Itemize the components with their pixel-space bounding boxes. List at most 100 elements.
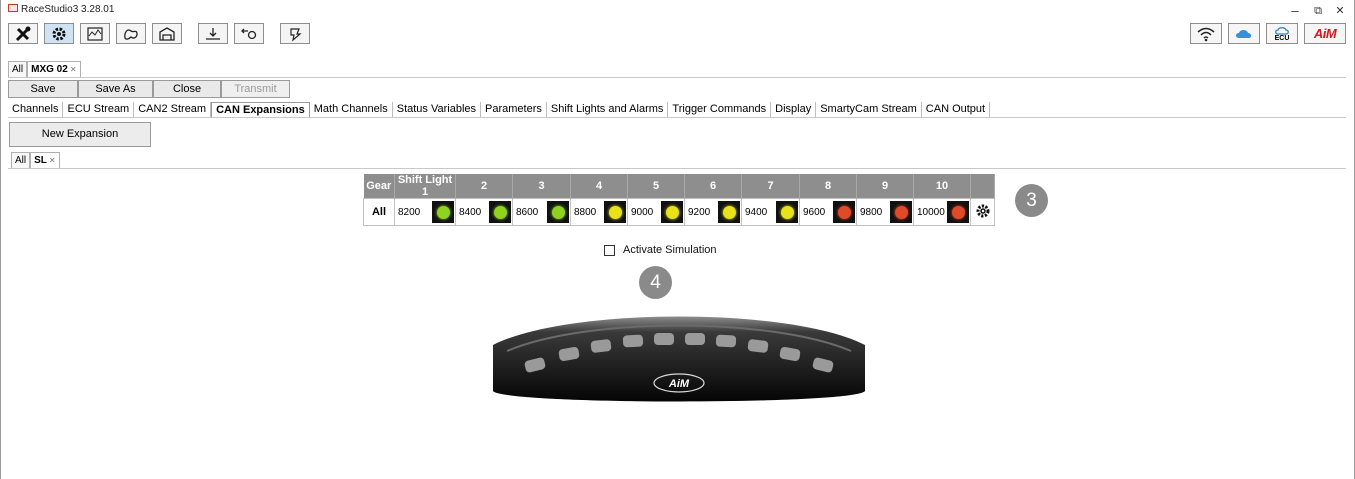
tab-can2-stream[interactable]: CAN2 Stream [134,102,212,117]
column-header: Shift Light 1 [394,174,456,199]
config-tabs: Channels ECU Stream CAN2 Stream CAN Expa… [8,102,991,117]
led-swatch[interactable] [776,201,798,223]
activate-simulation[interactable]: Activate Simulation [604,244,717,256]
led-swatch[interactable] [718,201,740,223]
rpm-value: 8800 [574,206,597,218]
divider [8,77,1346,78]
led-color [608,205,622,219]
led-color [894,205,908,219]
analysis-button[interactable] [80,23,110,44]
rpm-value: 9600 [803,206,826,218]
tracks-icon [124,28,138,40]
app-window: RaceStudio3 3.28.01 – ⧉ ✕ ECU AiM All MX… [0,0,1355,479]
download-icon [206,27,220,40]
tracks-button[interactable] [116,23,146,44]
shift-light-cell[interactable]: 10000 [913,198,971,226]
save-button[interactable]: Save [8,80,78,98]
garage-icon [159,26,175,41]
shift-light-cell[interactable]: 9600 [799,198,857,226]
column-header: 6 [684,174,742,199]
transmit-button[interactable]: Transmit [221,80,290,98]
callout-badge: 3 [1015,184,1048,217]
led-swatch[interactable] [833,201,855,223]
shift-light-cell[interactable]: 8400 [455,198,513,226]
tab-smartycam-stream[interactable]: SmartyCam Stream [816,102,922,117]
expansion-tab-strip: All SL ✕ [11,152,60,168]
device-tab-all[interactable]: All [8,61,28,77]
shift-light-cell[interactable]: 8600 [512,198,571,226]
wifi-button[interactable] [1190,23,1222,44]
tab-display[interactable]: Display [771,102,817,117]
shift-light-cell[interactable]: 8200 [394,198,456,226]
tab-status-variables[interactable]: Status Variables [393,102,482,117]
garage-button[interactable] [152,23,182,44]
device-tab-mxg02[interactable]: MXG 02 ✕ [27,61,81,77]
close-window-button[interactable]: ✕ [1330,3,1350,19]
cloud-icon [1236,29,1252,38]
led-color [780,205,794,219]
firmware-button[interactable] [280,23,310,44]
tab-can-expansions[interactable]: CAN Expansions [211,102,310,117]
cloud-button[interactable] [1228,23,1260,44]
restore-button[interactable]: ⧉ [1308,3,1328,19]
transfer-button[interactable] [234,23,264,44]
column-header: 4 [570,174,628,199]
tab-shift-lights-alarms[interactable]: Shift Lights and Alarms [547,102,669,117]
column-header: 10 [913,174,971,199]
aim-logo-button[interactable]: AiM [1304,23,1346,44]
simulation-checkbox[interactable] [604,244,615,256]
tab-math-channels[interactable]: Math Channels [310,102,393,117]
expansion-tab-sl[interactable]: SL ✕ [30,152,60,168]
gear-cell: All [363,198,395,226]
shift-light-cell[interactable]: 9000 [627,198,685,226]
action-bar: Save Save As Close Transmit [8,80,290,98]
gear-settings-icon[interactable] [975,203,991,219]
app-icon [8,4,18,12]
led-swatch[interactable] [547,201,569,223]
tab-ecu-stream[interactable]: ECU Stream [63,102,135,117]
shift-light-cell[interactable]: 9400 [741,198,800,226]
rpm-value: 9400 [745,206,768,218]
led-swatch[interactable] [432,201,454,223]
firmware-icon [290,27,302,42]
ecu-button[interactable]: ECU [1266,23,1298,44]
simulation-label: Activate Simulation [623,244,717,256]
wifi-icon [1197,27,1215,41]
led-color [837,205,851,219]
led-swatch[interactable] [890,201,912,223]
led-swatch[interactable] [489,201,511,223]
tools-button[interactable] [8,23,38,44]
tab-can-output[interactable]: CAN Output [922,102,991,117]
led-color [493,205,507,219]
aim-logo: AiM [1313,26,1337,41]
expansion-tab-all[interactable]: All [11,152,31,168]
new-expansion-button[interactable]: New Expansion [9,122,151,147]
led-swatch[interactable] [661,201,683,223]
led-swatch[interactable] [947,201,969,223]
close-button[interactable]: Close [153,80,221,98]
tab-channels[interactable]: Channels [8,102,64,117]
tab-parameters[interactable]: Parameters [481,102,547,117]
led-swatch[interactable] [604,201,626,223]
tab-trigger-commands[interactable]: Trigger Commands [668,102,772,117]
right-toolbar: ECU AiM [1184,23,1346,44]
led-color [551,205,565,219]
close-tab-icon[interactable]: ✕ [49,156,56,165]
column-header: 3 [512,174,571,199]
callout-badge: 4 [639,266,672,299]
column-header: 9 [856,174,914,199]
minimize-button[interactable]: – [1285,3,1305,19]
tools-icon [15,26,31,41]
close-tab-icon[interactable]: ✕ [70,65,77,74]
settings-cell[interactable] [970,198,995,226]
save-as-button[interactable]: Save As [78,80,153,98]
shift-light-cell[interactable]: 9200 [684,198,742,226]
column-header: 5 [627,174,685,199]
shift-light-cell[interactable]: 9800 [856,198,914,226]
configuration-button[interactable] [44,23,74,44]
download-button[interactable] [198,23,228,44]
column-header: 7 [741,174,800,199]
shift-light-cell[interactable]: 8800 [570,198,628,226]
device-tab-label: MXG 02 [31,64,68,75]
device-brand-logo: AiM [668,378,690,390]
